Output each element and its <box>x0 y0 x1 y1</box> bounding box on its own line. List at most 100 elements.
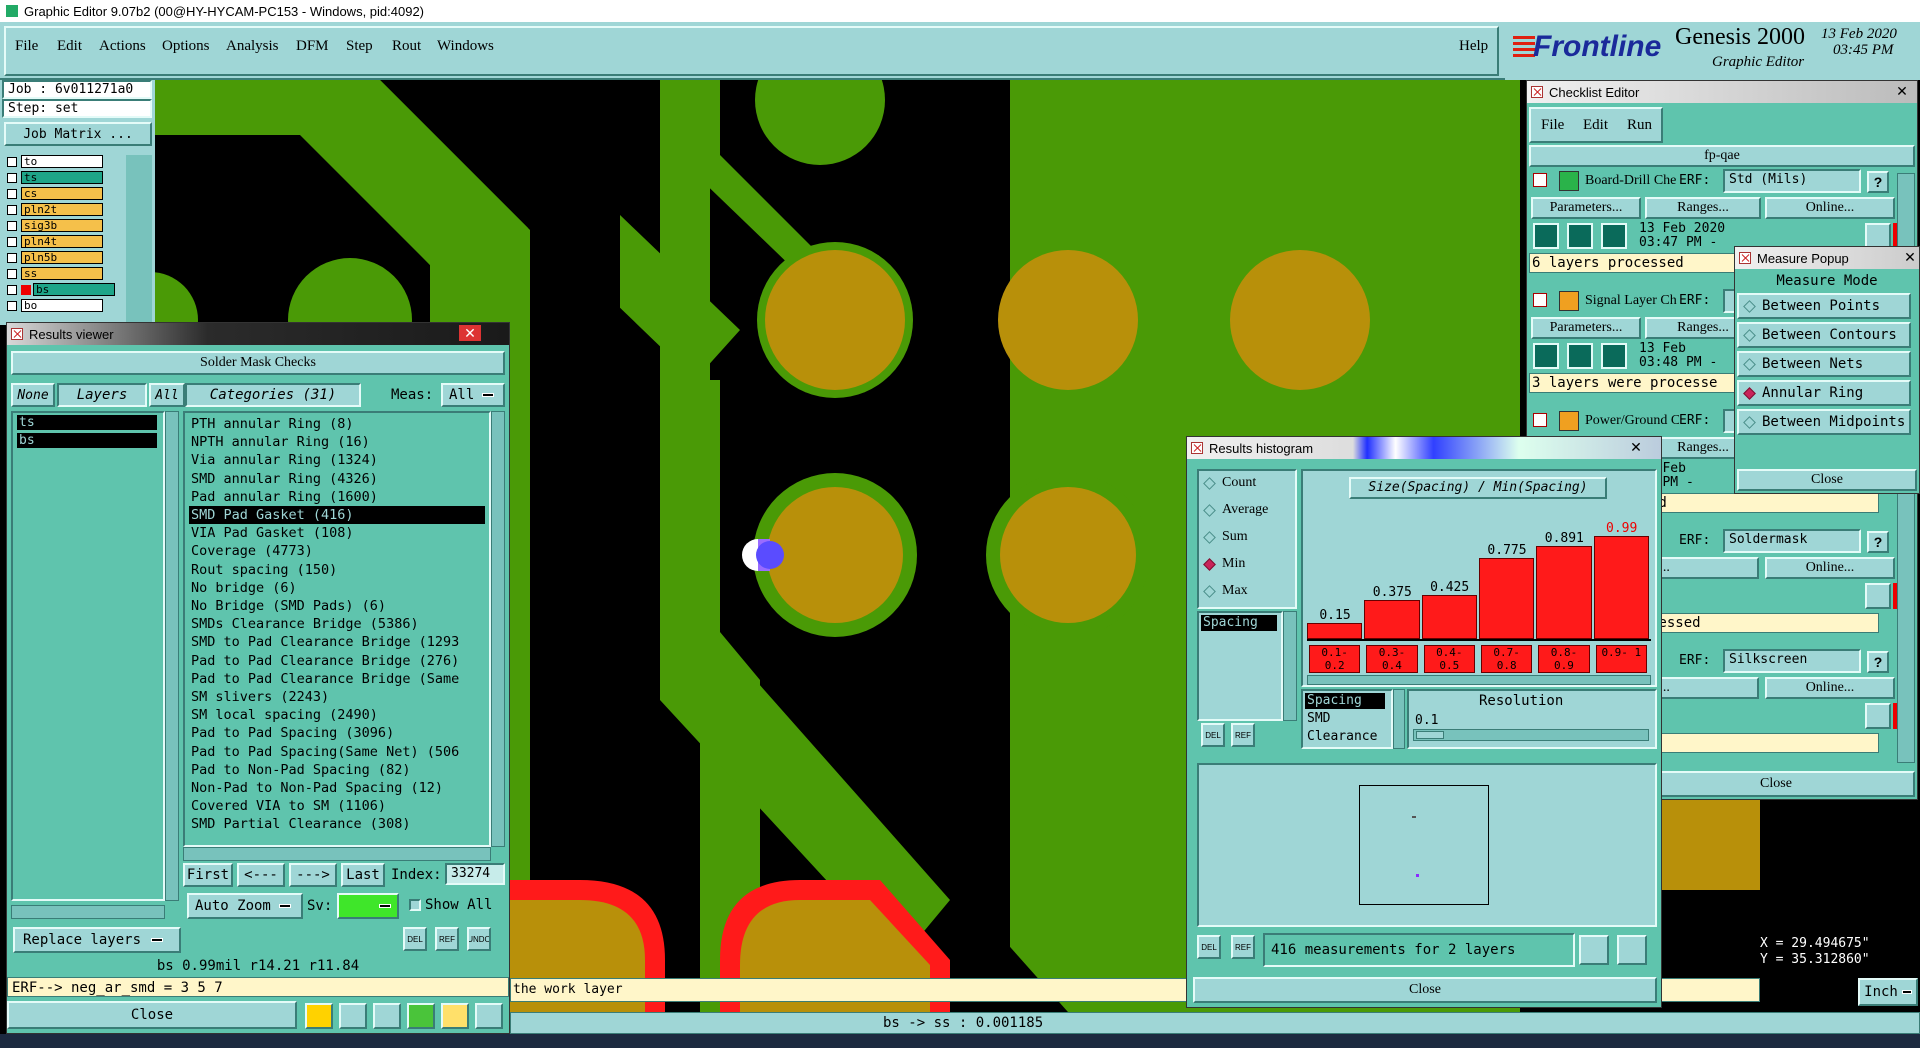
checklist-close-icon[interactable]: ✕ <box>1891 83 1913 99</box>
replace-layers-button[interactable]: Replace layers <box>13 927 181 953</box>
checklist-titlebar[interactable]: Checklist Editor <box>1527 81 1917 103</box>
menu-options[interactable]: Options <box>162 38 210 55</box>
layer-row[interactable]: pln2t <box>4 203 124 216</box>
histogram-bin-label[interactable]: 0.8- 0.9 <box>1538 645 1590 673</box>
category-item[interactable]: SM slivers (2243) <box>189 688 329 706</box>
parameters-button[interactable]: Parameters... <box>1531 197 1641 219</box>
run-status-icon[interactable] <box>1567 343 1593 369</box>
layer-name[interactable]: pln2t <box>21 203 103 216</box>
histogram-ref-icon[interactable]: REF <box>1231 723 1255 747</box>
category-item[interactable]: No Bridge (SMD Pads) (6) <box>189 597 386 615</box>
layer-checkbox[interactable] <box>7 300 17 311</box>
layer-row[interactable]: pln4t <box>4 235 124 248</box>
online-button[interactable]: Online... <box>1765 557 1895 579</box>
first-button[interactable]: First <box>183 863 233 887</box>
checklist-enabled-checkbox[interactable] <box>1533 173 1547 187</box>
next-button[interactable]: ---> <box>289 863 337 887</box>
undo-icon[interactable]: UNDO <box>467 927 491 951</box>
histogram-bin-label[interactable]: 0.1- 0.2 <box>1309 645 1361 673</box>
run-status-icon[interactable] <box>1533 223 1559 249</box>
help-question-icon[interactable]: ? <box>1867 531 1889 553</box>
category-item[interactable]: NPTH annular Ring (16) <box>189 433 370 451</box>
layer-checkbox[interactable] <box>7 204 17 215</box>
menu-help[interactable]: Help <box>1459 38 1488 55</box>
categories-scrollbar-h[interactable] <box>183 847 491 861</box>
histogram-mode-option[interactable]: Sum <box>1203 529 1248 545</box>
category-item[interactable]: Via annular Ring (1324) <box>189 451 378 469</box>
layer-row[interactable]: sig3b <box>4 219 124 232</box>
result-layer-bs[interactable]: bs <box>17 433 157 448</box>
checklist-menu-file[interactable]: File <box>1541 117 1564 134</box>
view-icon[interactable] <box>305 1003 333 1029</box>
layer-list-scrollbar-h[interactable] <box>11 905 165 919</box>
type-smd[interactable]: SMD <box>1305 711 1330 726</box>
checklist-menu-run[interactable]: Run <box>1627 117 1652 134</box>
checklist-enabled-checkbox[interactable] <box>1533 293 1547 307</box>
menu-edit[interactable]: Edit <box>57 38 82 55</box>
measure-mode-option[interactable]: Between Nets <box>1737 351 1911 377</box>
preview-ref-icon[interactable]: REF <box>1231 935 1255 959</box>
layer-name[interactable]: to <box>21 155 103 168</box>
units-dropdown[interactable]: Inch <box>1858 978 1918 1006</box>
results-viewer-titlebar[interactable]: Results viewer <box>7 323 509 345</box>
auto-zoom-button[interactable]: Auto Zoom <box>187 893 303 919</box>
category-item[interactable]: SMD annular Ring (4326) <box>189 470 378 488</box>
online-button[interactable]: Online... <box>1765 197 1895 219</box>
parameters-button[interactable]: Parameters... <box>1531 317 1641 339</box>
category-item[interactable]: Pad annular Ring (1600) <box>189 488 378 506</box>
checklist-menu-edit[interactable]: Edit <box>1583 117 1608 134</box>
layer-row[interactable]: bs <box>4 283 124 296</box>
resolution-slider[interactable] <box>1413 729 1649 741</box>
run-status-icon[interactable] <box>1601 223 1627 249</box>
layer-checkbox[interactable] <box>7 220 17 231</box>
index-field[interactable]: 33274 <box>445 863 505 885</box>
none-button[interactable]: None <box>11 383 55 407</box>
histogram-report-icon[interactable] <box>1579 935 1609 965</box>
histogram-bin-label[interactable]: 0.4- 0.5 <box>1423 645 1475 673</box>
histogram-bin-label[interactable]: 0.9- 1 <box>1595 645 1647 673</box>
results-viewer-close-icon[interactable]: ✕ <box>459 325 481 341</box>
layer-checkbox[interactable] <box>7 252 17 263</box>
category-item[interactable]: SMD Pad Gasket (416) <box>189 506 485 524</box>
layers-button[interactable]: Layers <box>57 383 147 407</box>
erf-value-field[interactable]: Silkscreen <box>1723 649 1861 673</box>
ranges-button[interactable]: Ranges... <box>1645 197 1761 219</box>
layer-row[interactable]: to <box>4 155 124 168</box>
categories-scrollbar-v[interactable] <box>491 411 505 847</box>
category-item[interactable]: Pad to Pad Spacing(Same Net) (506 <box>189 743 459 761</box>
job-matrix-button[interactable]: Job Matrix ... <box>4 122 152 146</box>
histogram-export-icon[interactable] <box>1617 935 1647 965</box>
type-clearance[interactable]: Clearance <box>1305 729 1377 744</box>
measure-titlebar[interactable]: Measure Popup <box>1735 247 1919 269</box>
measure-close-icon[interactable]: ✕ <box>1899 249 1920 265</box>
checklist-action-name[interactable]: Power/Ground C <box>1585 413 1679 429</box>
layer-checkbox[interactable] <box>7 236 17 247</box>
show-all-checkbox[interactable] <box>409 899 421 911</box>
histogram-bar[interactable] <box>1593 536 1649 639</box>
layer-name[interactable]: pln4t <box>21 235 103 248</box>
histogram-item-scrollbar[interactable] <box>1283 611 1297 721</box>
histogram-del-icon[interactable]: DEL <box>1201 723 1225 747</box>
category-item[interactable]: Non-Pad to Non-Pad Spacing (12) <box>189 779 443 797</box>
layer-row[interactable]: bo <box>4 299 124 312</box>
measure-close-button[interactable]: Close <box>1737 469 1917 491</box>
category-item[interactable]: Rout spacing (150) <box>189 561 337 579</box>
sv-color-dropdown[interactable] <box>337 893 399 919</box>
preview-del-icon[interactable]: DEL <box>1197 935 1221 959</box>
report-icon[interactable] <box>339 1003 367 1029</box>
layer-name[interactable]: cs <box>21 187 103 200</box>
measure-mode-option[interactable]: Between Contours <box>1737 322 1911 348</box>
chart-icon[interactable] <box>475 1003 503 1029</box>
layer-name[interactable]: bs <box>33 283 115 296</box>
layer-name[interactable]: ts <box>21 171 103 184</box>
histogram-mode-option[interactable]: Count <box>1203 475 1256 491</box>
menu-dfm[interactable]: DFM <box>296 38 329 55</box>
histogram-bar[interactable] <box>1479 558 1535 639</box>
category-item[interactable]: SMD Partial Clearance (308) <box>189 815 410 833</box>
checklist-close-button[interactable]: Close <box>1637 771 1915 797</box>
menu-actions[interactable]: Actions <box>99 38 146 55</box>
category-item[interactable]: SMD to Pad Clearance Bridge (1293 <box>189 633 459 651</box>
checklist-enabled-checkbox[interactable] <box>1533 413 1547 427</box>
checklist-action-name[interactable]: Board-Drill Che <box>1585 173 1679 189</box>
all-button[interactable]: All <box>149 383 185 407</box>
